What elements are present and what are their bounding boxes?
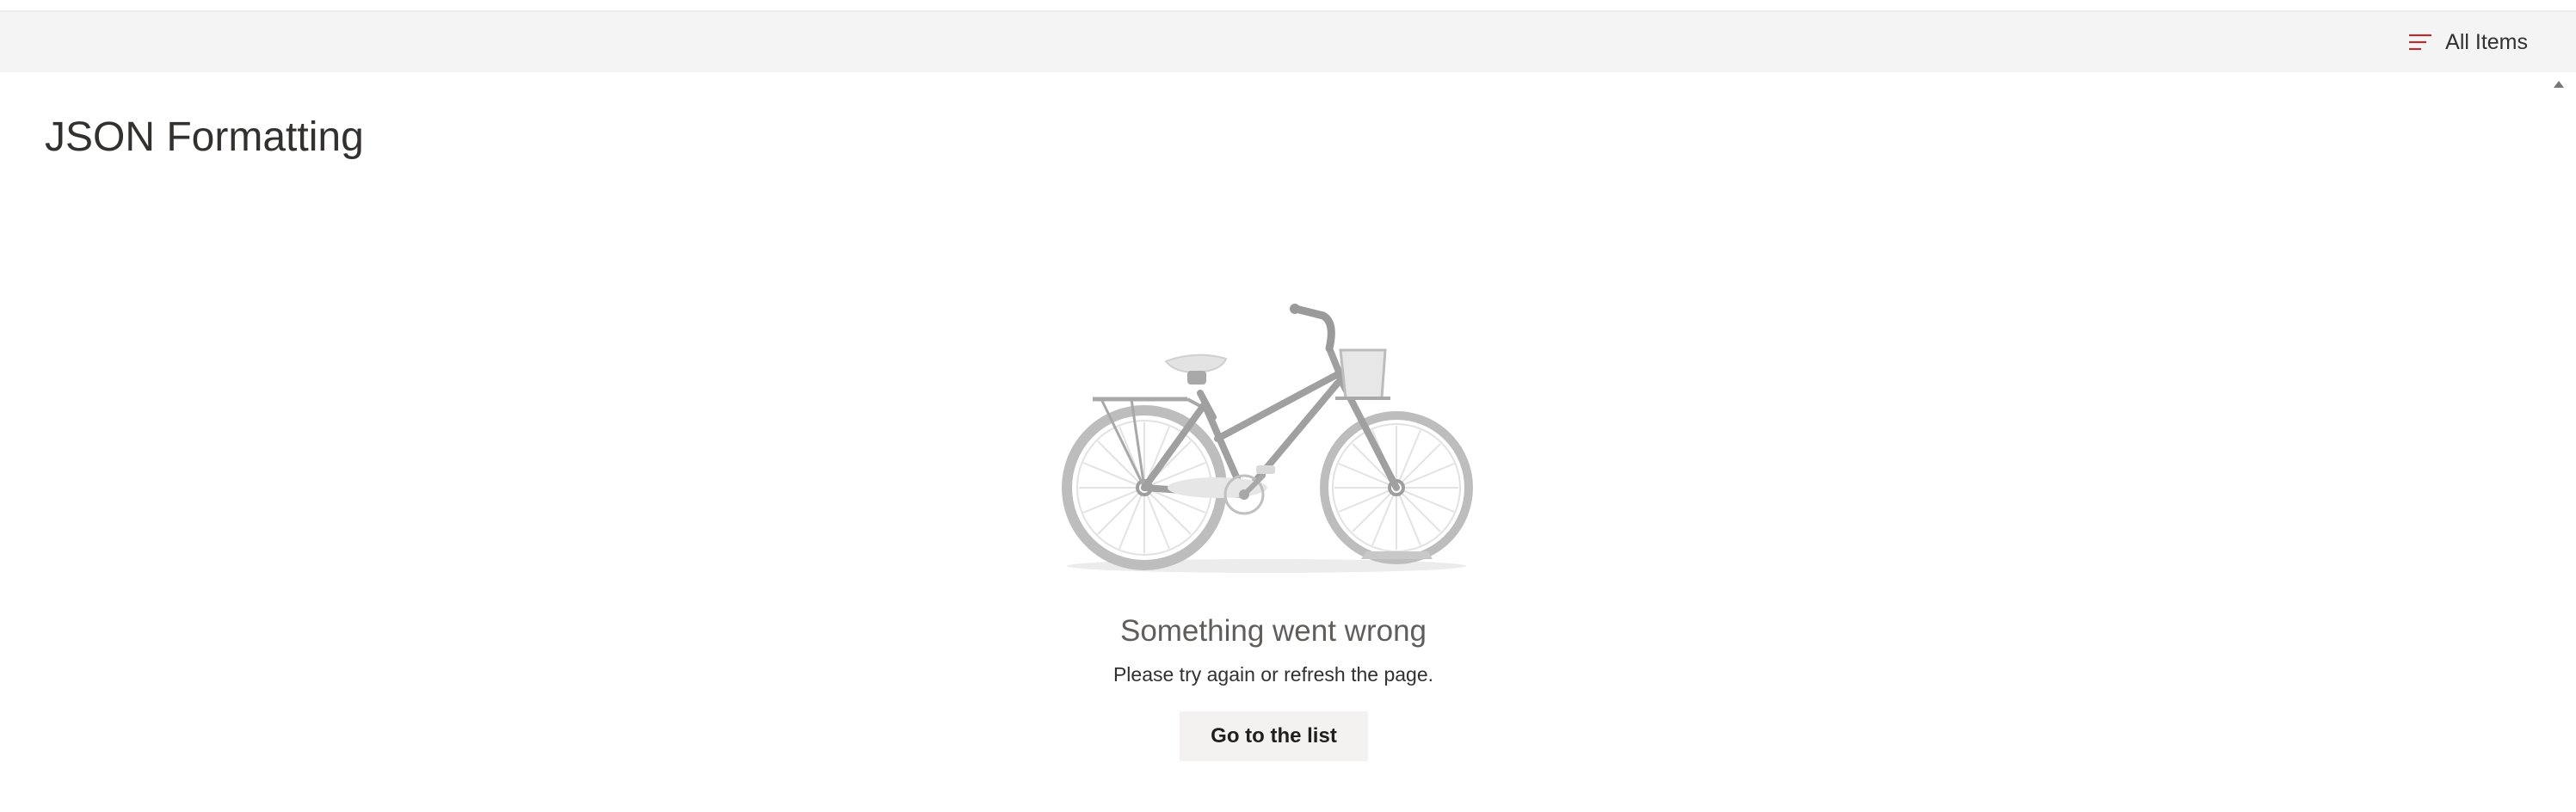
error-title: Something went wrong <box>1119 614 1427 648</box>
bicycle-icon <box>1062 304 1473 573</box>
error-message: Please try again or refresh the page. <box>1112 663 1434 686</box>
page-title: JSON Formatting <box>45 114 364 160</box>
top-divider <box>0 0 2576 12</box>
command-bar: All Items <box>0 12 2576 72</box>
view-switcher-label: All Items <box>2445 29 2528 54</box>
view-switcher[interactable]: All Items <box>2407 28 2528 57</box>
vertical-scrollbar[interactable] <box>2547 72 2576 812</box>
scroll-up-arrow-icon[interactable] <box>2554 81 2564 88</box>
go-to-list-button[interactable]: Go to the list <box>1180 711 1368 761</box>
lines-icon <box>2409 34 2432 51</box>
